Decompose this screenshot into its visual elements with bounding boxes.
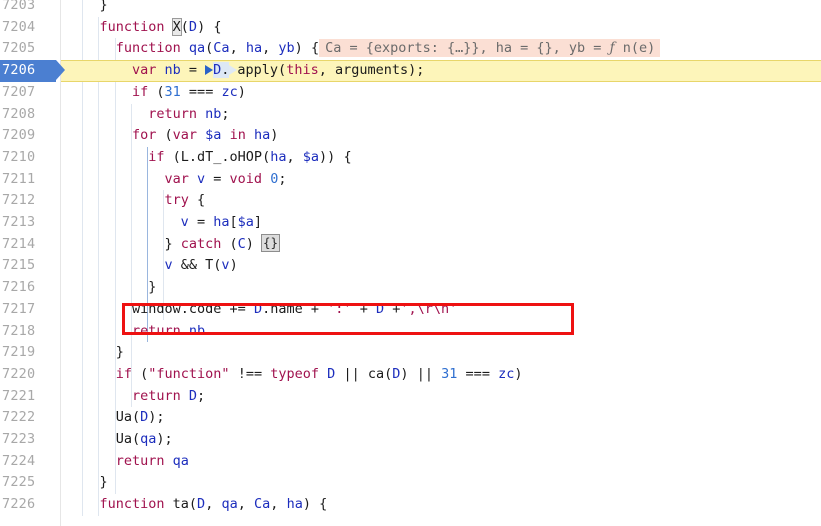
code-line[interactable]: function X(D) { — [60, 17, 821, 39]
code-line[interactable]: if ("function" !== typeof D || ca(D) || … — [60, 364, 821, 386]
gutter-line-number[interactable]: 7210 — [0, 147, 60, 169]
code-line[interactable]: function ta(D, qa, Ca, ha) { — [60, 494, 821, 516]
inline-hint-text-b: n(e) — [614, 40, 656, 57]
code-editor[interactable]: } function X(D) {function qa(Ca, ha, yb) … — [0, 0, 821, 526]
code-line[interactable]: if (31 === zc) — [60, 82, 821, 104]
gutter-line-number[interactable]: 7204 — [0, 17, 60, 39]
code-line[interactable]: } — [60, 342, 821, 364]
gutter-line-number[interactable]: 7225 — [0, 472, 60, 494]
code-line[interactable]: v && T(v) — [60, 255, 821, 277]
gutter-line-number[interactable]: 7226 — [0, 494, 60, 516]
code-line[interactable]: return nb; — [60, 104, 821, 126]
code-line[interactable]: try { — [60, 190, 821, 212]
inline-debug-hint: Ca = {exports: {…}}, ha = {}, yb = ƒ n(e… — [319, 39, 661, 58]
inline-hint-text-a: Ca = {exports: {…}}, ha = {}, yb = — [325, 40, 610, 57]
gutter-line-number[interactable]: 7205 — [0, 38, 60, 60]
gutter-line-number[interactable]: 7214 — [0, 234, 60, 256]
gutter-line-number[interactable]: 7203 — [0, 0, 60, 17]
code-line[interactable]: var v = void 0; — [60, 169, 821, 191]
gutter-line-number[interactable]: 7221 — [0, 386, 60, 408]
gutter-line-number[interactable]: 7219 — [0, 342, 60, 364]
code-line[interactable]: if (L.dT_.oHOP(ha, $a)) { — [60, 147, 821, 169]
gutter-line-number[interactable]: 7213 — [0, 212, 60, 234]
code-line[interactable]: return nb — [60, 321, 821, 343]
code-line[interactable]: v = ha[$a] — [60, 212, 821, 234]
code-line[interactable]: } — [60, 277, 821, 299]
code-line[interactable]: } catch (C) {} — [60, 233, 821, 256]
gutter-line-number[interactable]: 7209 — [0, 125, 60, 147]
gutter-line-number[interactable]: 7216 — [0, 277, 60, 299]
line-number-gutter[interactable]: 7203 7204 7205 7206 7207 7208 7209 7210 7211 7212… — [0, 0, 65, 526]
execution-pointer-icon — [56, 60, 65, 81]
gutter-line-number[interactable]: 7212 — [0, 190, 60, 212]
gutter-line-number[interactable]: 7220 — [0, 364, 60, 386]
gutter-line-number-current[interactable]: 7206 — [0, 60, 65, 82]
code-line[interactable]: Ua(qa); — [60, 429, 821, 451]
empty-block-badge[interactable]: {} — [261, 233, 281, 252]
gutter-line-number[interactable]: 7222 — [0, 407, 60, 429]
code-line[interactable]: } — [60, 472, 821, 494]
inline-value-marker-icon[interactable] — [205, 65, 214, 76]
code-line[interactable]: Ua(D); — [60, 407, 821, 429]
code-line[interactable]: window.code += D.name + ':' + D +',\r\n' — [60, 299, 821, 321]
code-line[interactable]: return D; — [60, 386, 821, 408]
code-line[interactable]: return qa — [60, 451, 821, 473]
gutter-line-number[interactable]: 7224 — [0, 451, 60, 473]
code-line[interactable]: for (var $a in ha) — [60, 125, 821, 147]
gutter-line-number[interactable]: 7208 — [0, 104, 60, 126]
selected-token[interactable]: X — [171, 17, 182, 36]
gutter-line-number[interactable]: 7218 — [0, 321, 60, 343]
gutter-line-number[interactable]: 7217 — [0, 299, 60, 321]
inline-value-marker-hollow-icon[interactable] — [229, 65, 238, 76]
code-line[interactable]: } — [60, 0, 821, 17]
gutter-line-number[interactable]: 7211 — [0, 169, 60, 191]
gutter-line-number[interactable]: 7215 — [0, 255, 60, 277]
code-line[interactable]: function qa(Ca, ha, yb) {Ca = {exports: … — [60, 38, 821, 60]
gutter-line-number[interactable]: 7207 — [0, 82, 60, 104]
gutter-line-number[interactable]: 7223 — [0, 429, 60, 451]
